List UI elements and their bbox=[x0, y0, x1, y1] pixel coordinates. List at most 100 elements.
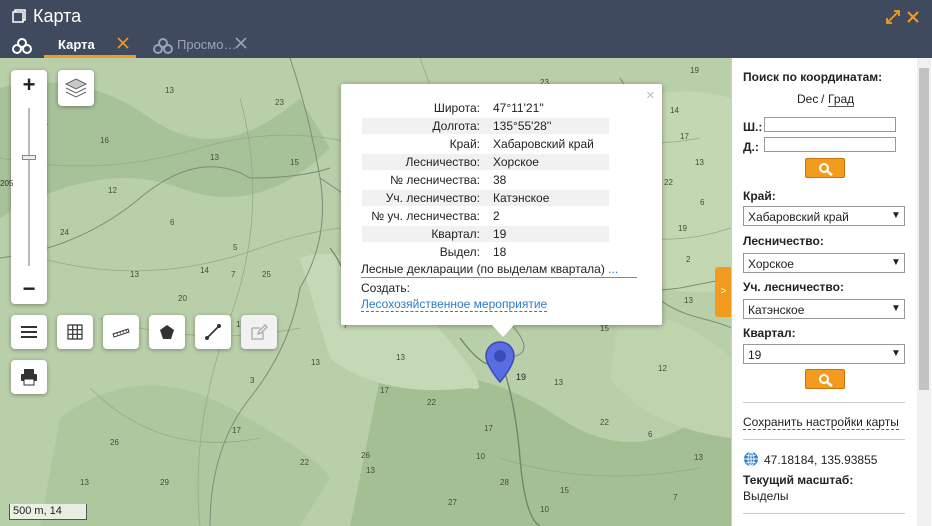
quarter-number: 13 bbox=[684, 296, 693, 305]
quarter-number: 10 bbox=[476, 452, 485, 461]
format-dec-link[interactable]: Dec bbox=[797, 92, 818, 106]
close-tab-icon[interactable] bbox=[116, 36, 130, 50]
popup-row-value: 19 bbox=[493, 227, 507, 241]
quarter-number: 14 bbox=[670, 106, 679, 115]
coord-search-title: Поиск по координатам: bbox=[743, 70, 883, 84]
panel-scrollbar[interactable] bbox=[917, 58, 931, 526]
popup-row: Лесничество: Хорское bbox=[362, 154, 609, 170]
lat-input[interactable] bbox=[764, 117, 896, 132]
quarter-number: 29 bbox=[160, 478, 169, 487]
quarter-number: 13 bbox=[396, 353, 405, 362]
quarter-number: 22 bbox=[300, 458, 309, 467]
quarter-number: 13 bbox=[210, 153, 219, 162]
popup-row-key: Квартал: bbox=[431, 227, 480, 241]
region-select-value: Хабаровский край bbox=[748, 210, 849, 224]
forestry-select-value: Хорское bbox=[748, 257, 794, 271]
quarter-number: 22 bbox=[427, 398, 436, 407]
polygon-button[interactable] bbox=[149, 315, 185, 349]
popup-row: Широта: 47°11'21'' bbox=[362, 100, 609, 116]
zoom-slider-track[interactable] bbox=[28, 108, 30, 266]
print-button[interactable] bbox=[11, 360, 47, 394]
quarter-number: 15 bbox=[600, 324, 609, 333]
save-map-settings-link[interactable]: Сохранить настройки карты bbox=[743, 415, 899, 430]
quarter-number: 6 bbox=[700, 198, 705, 207]
chevron-down-icon: ▼ bbox=[891, 303, 901, 314]
popup-row-key: Лесничество: bbox=[405, 155, 480, 169]
quarter-number: 23 bbox=[275, 98, 284, 107]
zoom-slider-handle[interactable] bbox=[22, 155, 36, 160]
quarter-number: 15 bbox=[290, 158, 299, 167]
location-marker-icon[interactable] bbox=[485, 341, 515, 383]
popup-row: Долгота: 135°55'28'' bbox=[362, 118, 609, 134]
region-label: Край: bbox=[743, 189, 776, 203]
zoom-out-button[interactable]: − bbox=[11, 274, 47, 304]
tab-preview-label: Просмо… bbox=[177, 37, 237, 52]
popup-row: № уч. лесничества: 2 bbox=[362, 208, 609, 224]
grid-button[interactable] bbox=[57, 315, 93, 349]
scrollbar-thumb[interactable] bbox=[919, 68, 929, 390]
popup-close-button[interactable]: × bbox=[646, 87, 655, 104]
quarter-number: 12 bbox=[658, 364, 667, 373]
divider bbox=[743, 439, 905, 440]
tab-map[interactable]: Карта bbox=[44, 34, 136, 58]
quarter-number: 13 bbox=[695, 158, 704, 167]
quarter-number: 28 bbox=[500, 478, 509, 487]
collapse-panel-button[interactable]: > bbox=[715, 267, 732, 317]
divider bbox=[743, 513, 905, 514]
close-tab-icon[interactable] bbox=[234, 36, 248, 50]
tab-bar: Карта Просмо… bbox=[0, 34, 932, 58]
tab-map-label: Карта bbox=[58, 37, 95, 52]
edit-button[interactable] bbox=[241, 315, 277, 349]
tab-preview[interactable]: Просмо… bbox=[150, 34, 250, 58]
district-select[interactable]: Катэнское ▼ bbox=[743, 299, 905, 319]
popup-row: № лесничества: 38 bbox=[362, 172, 609, 188]
create-activity-link[interactable]: Лесохозяйственное мероприятие bbox=[361, 297, 548, 312]
forestry-select[interactable]: Хорское ▼ bbox=[743, 253, 905, 273]
declarations-link[interactable]: Лесные декларации (по выделам квартала) … bbox=[361, 262, 637, 278]
expand-icon[interactable] bbox=[886, 10, 900, 24]
scale-bar: 500 m, 14 bbox=[9, 504, 87, 520]
menu-button[interactable] bbox=[11, 315, 47, 349]
popup-row-key: Край: bbox=[449, 137, 480, 151]
line-icon bbox=[205, 324, 221, 340]
map-window: Карта Карта Просмо… 13 23 13 15 12 13 14… bbox=[0, 0, 932, 526]
layers-cluster-icon bbox=[153, 38, 173, 54]
title-bar: Карта bbox=[0, 0, 932, 34]
coord-search-button[interactable] bbox=[805, 158, 845, 178]
popup-row-value: 38 bbox=[493, 173, 507, 187]
chevron-down-icon: ▼ bbox=[891, 348, 901, 359]
polygon-icon bbox=[160, 325, 174, 339]
popup-row-key: Долгота: bbox=[432, 119, 480, 133]
format-grad-link[interactable]: Град bbox=[828, 92, 855, 107]
popup-row-key: Широта: bbox=[433, 101, 480, 115]
divider bbox=[743, 402, 905, 403]
quarter-number: 22 bbox=[600, 418, 609, 427]
ruler-button[interactable] bbox=[103, 315, 139, 349]
quarter-number: 5 bbox=[233, 243, 238, 252]
quarter-number: 7 bbox=[231, 270, 236, 279]
search-icon bbox=[819, 374, 833, 387]
popup-row: Уч. лесничество: Катэнское bbox=[362, 190, 609, 206]
quarter-number: 27 bbox=[448, 498, 457, 507]
quarter-number: 14 bbox=[200, 266, 209, 275]
marker-quarter-label: 19 bbox=[516, 372, 527, 382]
layers-button[interactable] bbox=[58, 70, 94, 106]
lon-input[interactable] bbox=[764, 137, 896, 152]
quarter-number: 17 bbox=[680, 132, 689, 141]
globe-icon bbox=[744, 451, 758, 467]
popup-row-key: Уч. лесничество: bbox=[385, 191, 480, 205]
declarations-more-link[interactable]: ... bbox=[608, 262, 618, 276]
layers-cluster-icon[interactable] bbox=[12, 37, 32, 55]
quarter-select[interactable]: 19 ▼ bbox=[743, 344, 905, 364]
quarter-number: 13 bbox=[165, 86, 174, 95]
lat-label: Ш.: bbox=[743, 120, 763, 134]
zoom-in-button[interactable]: + bbox=[11, 70, 47, 100]
quarter-search-button[interactable] bbox=[805, 369, 845, 389]
line-button[interactable] bbox=[195, 315, 231, 349]
quarter-number: 25 bbox=[262, 270, 271, 279]
chevron-down-icon: ▼ bbox=[891, 210, 901, 221]
quarter-number: 3 bbox=[250, 376, 255, 385]
quarter-number: 13 bbox=[311, 358, 320, 367]
region-select[interactable]: Хабаровский край ▼ bbox=[743, 206, 905, 226]
close-icon[interactable] bbox=[906, 10, 920, 24]
